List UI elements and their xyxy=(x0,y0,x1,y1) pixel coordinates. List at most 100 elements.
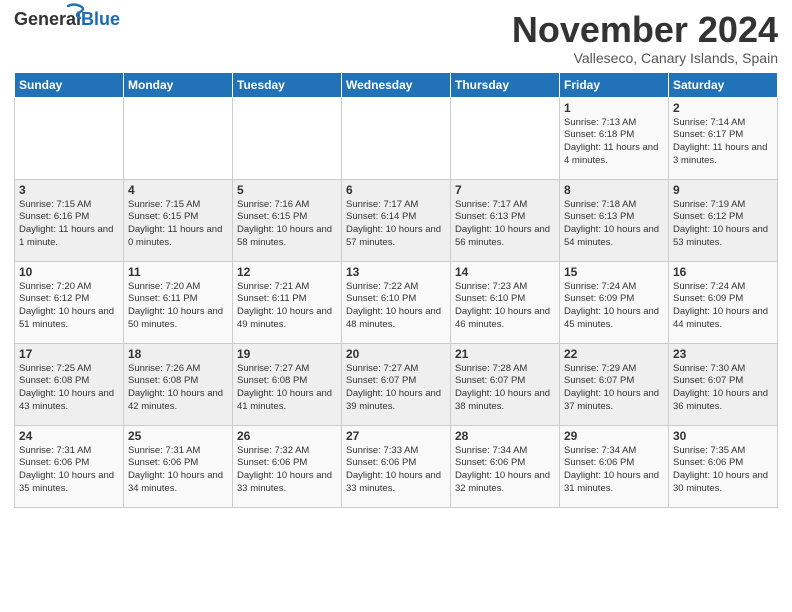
day-info: Daylight: 10 hours and 32 minutes. xyxy=(455,470,555,496)
day-info: Sunrise: 7:17 AM xyxy=(346,199,446,212)
day-number: 4 xyxy=(128,183,228,197)
week-row-4: 24Sunrise: 7:31 AMSunset: 6:06 PMDayligh… xyxy=(15,425,778,507)
day-number: 30 xyxy=(673,429,773,443)
day-cell: 20Sunrise: 7:27 AMSunset: 6:07 PMDayligh… xyxy=(342,343,451,425)
day-number: 11 xyxy=(128,265,228,279)
day-info: Sunrise: 7:20 AM xyxy=(19,281,119,294)
day-info: Daylight: 10 hours and 33 minutes. xyxy=(346,470,446,496)
day-info: Sunrise: 7:32 AM xyxy=(237,445,337,458)
day-number: 25 xyxy=(128,429,228,443)
day-info: Sunset: 6:06 PM xyxy=(128,457,228,470)
day-info: Sunrise: 7:19 AM xyxy=(673,199,773,212)
day-info: Sunset: 6:06 PM xyxy=(455,457,555,470)
day-cell xyxy=(124,97,233,179)
day-info: Sunset: 6:07 PM xyxy=(455,375,555,388)
day-cell: 3Sunrise: 7:15 AMSunset: 6:16 PMDaylight… xyxy=(15,179,124,261)
day-info: Sunset: 6:09 PM xyxy=(673,293,773,306)
day-cell: 26Sunrise: 7:32 AMSunset: 6:06 PMDayligh… xyxy=(233,425,342,507)
header-cell-thursday: Thursday xyxy=(451,72,560,97)
day-cell: 7Sunrise: 7:17 AMSunset: 6:13 PMDaylight… xyxy=(451,179,560,261)
day-number: 6 xyxy=(346,183,446,197)
day-info: Sunset: 6:13 PM xyxy=(564,211,664,224)
day-number: 12 xyxy=(237,265,337,279)
day-info: Sunset: 6:06 PM xyxy=(673,457,773,470)
day-cell: 21Sunrise: 7:28 AMSunset: 6:07 PMDayligh… xyxy=(451,343,560,425)
day-info: Sunrise: 7:28 AM xyxy=(455,363,555,376)
day-cell xyxy=(451,97,560,179)
month-title: November 2024 xyxy=(512,10,778,50)
calendar-table: SundayMondayTuesdayWednesdayThursdayFrid… xyxy=(14,72,778,508)
day-info: Sunset: 6:13 PM xyxy=(455,211,555,224)
day-cell: 23Sunrise: 7:30 AMSunset: 6:07 PMDayligh… xyxy=(669,343,778,425)
day-number: 14 xyxy=(455,265,555,279)
day-number: 23 xyxy=(673,347,773,361)
day-info: Sunrise: 7:22 AM xyxy=(346,281,446,294)
day-info: Sunrise: 7:20 AM xyxy=(128,281,228,294)
day-number: 8 xyxy=(564,183,664,197)
day-info: Sunset: 6:17 PM xyxy=(673,129,773,142)
day-info: Daylight: 10 hours and 34 minutes. xyxy=(128,470,228,496)
day-info: Sunset: 6:07 PM xyxy=(564,375,664,388)
day-info: Sunset: 6:06 PM xyxy=(346,457,446,470)
day-cell xyxy=(342,97,451,179)
day-cell: 4Sunrise: 7:15 AMSunset: 6:15 PMDaylight… xyxy=(124,179,233,261)
day-number: 26 xyxy=(237,429,337,443)
day-info: Sunset: 6:15 PM xyxy=(237,211,337,224)
subtitle: Valleseco, Canary Islands, Spain xyxy=(512,50,778,66)
calendar-page: GeneralBlue November 2024 Valleseco, Can… xyxy=(0,0,792,518)
title-section: November 2024 Valleseco, Canary Islands,… xyxy=(512,10,778,66)
day-info: Sunset: 6:11 PM xyxy=(128,293,228,306)
week-row-1: 3Sunrise: 7:15 AMSunset: 6:16 PMDaylight… xyxy=(15,179,778,261)
day-info: Daylight: 10 hours and 44 minutes. xyxy=(673,306,773,332)
week-row-2: 10Sunrise: 7:20 AMSunset: 6:12 PMDayligh… xyxy=(15,261,778,343)
day-info: Sunset: 6:06 PM xyxy=(19,457,119,470)
day-info: Sunrise: 7:21 AM xyxy=(237,281,337,294)
day-cell xyxy=(15,97,124,179)
day-cell: 2Sunrise: 7:14 AMSunset: 6:17 PMDaylight… xyxy=(669,97,778,179)
day-number: 9 xyxy=(673,183,773,197)
day-cell: 5Sunrise: 7:16 AMSunset: 6:15 PMDaylight… xyxy=(233,179,342,261)
day-info: Sunset: 6:06 PM xyxy=(564,457,664,470)
day-number: 29 xyxy=(564,429,664,443)
day-cell: 13Sunrise: 7:22 AMSunset: 6:10 PMDayligh… xyxy=(342,261,451,343)
day-number: 15 xyxy=(564,265,664,279)
day-info: Sunset: 6:09 PM xyxy=(564,293,664,306)
day-cell: 29Sunrise: 7:34 AMSunset: 6:06 PMDayligh… xyxy=(560,425,669,507)
day-info: Sunset: 6:14 PM xyxy=(346,211,446,224)
day-info: Sunset: 6:08 PM xyxy=(237,375,337,388)
day-cell: 10Sunrise: 7:20 AMSunset: 6:12 PMDayligh… xyxy=(15,261,124,343)
day-info: Sunset: 6:18 PM xyxy=(564,129,664,142)
day-number: 19 xyxy=(237,347,337,361)
day-info: Sunset: 6:06 PM xyxy=(237,457,337,470)
day-info: Daylight: 10 hours and 56 minutes. xyxy=(455,224,555,250)
day-info: Daylight: 10 hours and 37 minutes. xyxy=(564,388,664,414)
header: GeneralBlue November 2024 Valleseco, Can… xyxy=(14,10,778,66)
day-cell: 22Sunrise: 7:29 AMSunset: 6:07 PMDayligh… xyxy=(560,343,669,425)
day-number: 18 xyxy=(128,347,228,361)
day-number: 7 xyxy=(455,183,555,197)
day-info: Sunrise: 7:25 AM xyxy=(19,363,119,376)
day-info: Sunset: 6:12 PM xyxy=(19,293,119,306)
day-info: Sunrise: 7:24 AM xyxy=(673,281,773,294)
day-info: Sunset: 6:07 PM xyxy=(346,375,446,388)
day-info: Sunrise: 7:16 AM xyxy=(237,199,337,212)
day-cell: 24Sunrise: 7:31 AMSunset: 6:06 PMDayligh… xyxy=(15,425,124,507)
day-info: Daylight: 10 hours and 30 minutes. xyxy=(673,470,773,496)
day-info: Sunset: 6:10 PM xyxy=(346,293,446,306)
day-info: Sunrise: 7:29 AM xyxy=(564,363,664,376)
day-info: Daylight: 10 hours and 53 minutes. xyxy=(673,224,773,250)
day-number: 24 xyxy=(19,429,119,443)
day-info: Daylight: 10 hours and 49 minutes. xyxy=(237,306,337,332)
day-info: Daylight: 10 hours and 36 minutes. xyxy=(673,388,773,414)
day-cell: 15Sunrise: 7:24 AMSunset: 6:09 PMDayligh… xyxy=(560,261,669,343)
header-row: SundayMondayTuesdayWednesdayThursdayFrid… xyxy=(15,72,778,97)
day-cell: 8Sunrise: 7:18 AMSunset: 6:13 PMDaylight… xyxy=(560,179,669,261)
day-info: Daylight: 11 hours and 0 minutes. xyxy=(128,224,228,250)
day-info: Sunset: 6:08 PM xyxy=(128,375,228,388)
day-cell: 19Sunrise: 7:27 AMSunset: 6:08 PMDayligh… xyxy=(233,343,342,425)
day-info: Sunrise: 7:33 AM xyxy=(346,445,446,458)
day-info: Sunrise: 7:15 AM xyxy=(19,199,119,212)
header-cell-monday: Monday xyxy=(124,72,233,97)
day-info: Sunrise: 7:24 AM xyxy=(564,281,664,294)
day-info: Sunset: 6:11 PM xyxy=(237,293,337,306)
